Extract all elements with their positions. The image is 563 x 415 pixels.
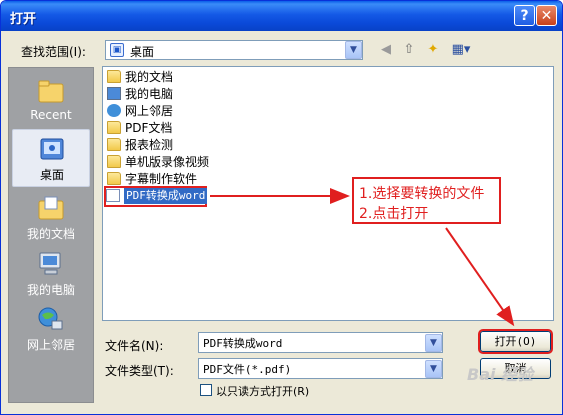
readonly-checkbox[interactable]: [200, 384, 212, 396]
folder-icon: [107, 172, 121, 185]
folder-icon: [107, 138, 121, 151]
filename-input[interactable]: PDF转换成word ▼: [198, 332, 443, 353]
help-button[interactable]: ?: [514, 5, 535, 26]
chevron-down-icon[interactable]: ▼: [345, 41, 362, 59]
filetype-label: 文件类型(T):: [105, 364, 174, 378]
title-bar[interactable]: 打开 ? ✕: [1, 1, 562, 31]
new-folder-icon[interactable]: ✦: [424, 41, 442, 59]
pdf-file-icon: [106, 189, 120, 202]
annotation-line-1: 1.选择要转换的文件: [359, 186, 485, 202]
place-desktop[interactable]: 桌面: [12, 129, 90, 187]
up-folder-icon[interactable]: ⇧: [400, 41, 418, 59]
look-in-value: 桌面: [130, 45, 155, 59]
my-computer-icon: [107, 87, 121, 100]
place-my-documents[interactable]: 我的文档: [12, 189, 90, 247]
filename-label: 文件名(N):: [105, 339, 164, 353]
filetype-select[interactable]: PDF文件(*.pdf) ▼: [198, 358, 443, 379]
watermark: Bai 经验: [467, 365, 534, 384]
look-in-select[interactable]: ▣ 桌面 ▼: [105, 40, 363, 60]
view-menu-icon[interactable]: ▦▾: [449, 41, 473, 59]
close-button[interactable]: ✕: [536, 5, 557, 26]
network-icon: [38, 307, 63, 330]
place-network[interactable]: 网上邻居: [12, 300, 90, 358]
desktop-icon: ▣: [110, 43, 124, 57]
annotation-line-2: 2.点击打开: [359, 206, 429, 222]
my-computer-icon: [39, 252, 61, 275]
chevron-down-icon[interactable]: ▼: [425, 360, 442, 378]
readonly-label: 以只读方式打开(R): [216, 385, 310, 398]
chevron-down-icon[interactable]: ▼: [425, 334, 442, 352]
window-title: 打开: [10, 12, 37, 27]
places-bar: Recent 桌面 我的文档 我的电脑 网上邻居: [8, 67, 94, 403]
back-icon[interactable]: ◀: [377, 41, 395, 59]
recent-icon: [38, 80, 64, 103]
folder-icon: [107, 121, 121, 134]
place-my-computer[interactable]: 我的电脑: [12, 245, 90, 303]
network-icon: [107, 104, 121, 117]
my-documents-icon: [107, 70, 121, 83]
desktop-icon: [40, 138, 64, 160]
list-item-selected[interactable]: PDF转换成word: [104, 186, 208, 207]
annotation-callout: 1.选择要转换的文件 2.点击打开: [352, 177, 501, 224]
open-file-dialog: 打开 ? ✕ 查找范围(I): ▣ 桌面 ▼ ◀ ⇧ ✦ ▦▾ Recent 桌…: [0, 0, 563, 415]
look-in-label: 查找范围(I):: [21, 45, 86, 59]
folder-icon: [107, 155, 121, 168]
my-documents-icon: [38, 196, 64, 220]
open-button[interactable]: 打开(O): [478, 329, 553, 354]
place-recent[interactable]: Recent: [12, 72, 90, 130]
